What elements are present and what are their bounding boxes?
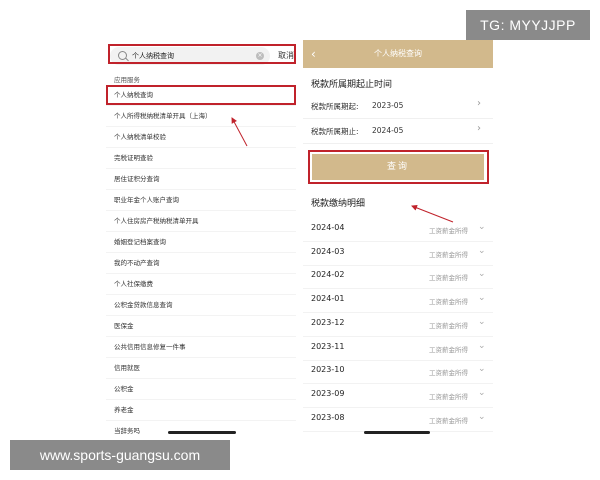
watermark-tg: TG: MYYJJPP — [466, 10, 590, 40]
cancel-button[interactable]: 取消 — [278, 50, 294, 61]
record-month: 2024-04 — [311, 223, 345, 232]
search-query: 个人纳税查询 — [132, 52, 174, 60]
service-item[interactable]: 公共信用信息修复一件事 — [106, 337, 296, 358]
chevron-down-icon: ⌄ — [478, 387, 486, 398]
period-start-label: 税款所属期起: — [311, 102, 359, 111]
service-item[interactable]: 个人纳税查询 — [106, 85, 296, 106]
chevron-down-icon: ⌄ — [478, 245, 486, 256]
left-screen-search-results: 个人纳税查询 × 取消 应用服务 个人纳税查询 个人所得税纳税清单开具（上海） 个人… — [106, 40, 296, 435]
service-item[interactable]: 个人社保缴费 — [106, 274, 296, 295]
record-month: 2024-01 — [311, 294, 345, 304]
watermark-url: www.sports-guangsu.com — [10, 440, 230, 470]
record-row[interactable]: 2023-09 工资薪金所得 ⌄ — [303, 383, 493, 408]
right-screen-tax-query: 个人纳税查询 ‹ 税款所属期起止时间 税款所属期起: 2023-05 › 税款所… — [303, 40, 493, 435]
record-month: 2023-12 — [311, 317, 345, 327]
back-chevron-icon[interactable]: ‹ — [311, 47, 316, 61]
chevron-down-icon: ⌄ — [478, 269, 486, 280]
annotation-arrows — [231, 117, 454, 223]
page-title: 个人纳税查询 — [374, 49, 422, 58]
period-end-row[interactable]: 税款所属期止: 2024-05 › — [303, 119, 493, 144]
chevron-down-icon: ⌄ — [478, 411, 486, 422]
service-item[interactable]: 信用就医 — [106, 358, 296, 379]
chevron-down-icon: ⌄ — [478, 364, 486, 375]
clear-icon[interactable]: × — [256, 52, 264, 60]
period-end-value: 2024-05 — [372, 126, 404, 135]
service-item[interactable]: 个人所得税纳税清单开具（上海） — [106, 106, 296, 127]
search-input[interactable]: 个人纳税查询 × — [110, 47, 270, 65]
record-row[interactable]: 2024-04 工资薪金所得 ⌄ — [303, 217, 493, 242]
search-icon — [118, 51, 127, 60]
chevron-down-icon: ⌄ — [478, 340, 486, 351]
service-item[interactable]: 养老金 — [106, 400, 296, 421]
record-month: 2024-03 — [311, 246, 345, 256]
period-start-value: 2023-05 — [372, 101, 404, 110]
period-section-title: 税款所属期起止时间 — [311, 80, 393, 90]
period-start-row[interactable]: 税款所属期起: 2023-05 › — [303, 94, 493, 119]
record-income-type: 工资薪金所得 — [429, 274, 468, 283]
service-item[interactable]: 医保金 — [106, 316, 296, 337]
chevron-right-icon: › — [477, 123, 481, 134]
record-income-type: 工资薪金所得 — [429, 250, 468, 259]
record-income-type: 工资薪金所得 — [429, 369, 468, 378]
home-indicator — [364, 431, 430, 434]
record-income-type: 工资薪金所得 — [429, 227, 468, 235]
service-item[interactable]: 公积金 — [106, 379, 296, 400]
record-row[interactable]: 2023-12 工资薪金所得 ⌄ — [303, 312, 493, 337]
home-indicator — [168, 431, 236, 434]
service-item[interactable]: 公积金贷款信息查询 — [106, 295, 296, 316]
record-month: 2024-02 — [311, 270, 345, 280]
record-income-type: 工资薪金所得 — [429, 416, 468, 425]
record-row[interactable]: 2024-01 工资薪金所得 ⌄ — [303, 288, 493, 314]
search-bar: 个人纳税查询 × 取消 — [106, 44, 296, 68]
record-row[interactable]: 2024-02 工资薪金所得 ⌄ — [303, 264, 493, 290]
record-row[interactable]: 2023-08 工资薪金所得 ⌄ — [303, 407, 493, 432]
chevron-down-icon: ⌄ — [478, 293, 486, 304]
header-bar: 个人纳税查询 ‹ — [303, 40, 493, 68]
record-month: 2023-11 — [311, 341, 345, 351]
query-button[interactable]: 查询 — [312, 154, 484, 180]
record-income-type: 工资薪金所得 — [429, 345, 468, 354]
service-item[interactable]: 职业年金个人账户查询 — [106, 190, 296, 211]
service-item[interactable]: 完税证明查验 — [106, 148, 296, 169]
service-item[interactable]: 婚姻登记档案查询 — [106, 232, 296, 253]
detail-section-title: 税款缴纳明细 — [311, 199, 366, 209]
record-row[interactable]: 2023-11 工资薪金所得 ⌄ — [303, 336, 493, 361]
record-income-type: 工资薪金所得 — [429, 321, 468, 330]
chevron-down-icon: ⌄ — [478, 222, 486, 232]
service-item[interactable]: 我的不动产查询 — [106, 253, 296, 274]
chevron-down-icon: ⌄ — [478, 316, 486, 327]
record-month: 2023-09 — [311, 388, 345, 398]
service-item[interactable]: 居住证积分查询 — [106, 169, 296, 190]
record-income-type: 工资薪金所得 — [429, 298, 468, 307]
record-row[interactable]: 2023-10 工资薪金所得 ⌄ — [303, 359, 493, 385]
record-month: 2023-08 — [311, 412, 345, 422]
record-row[interactable]: 2024-03 工资薪金所得 ⌄ — [303, 241, 493, 266]
period-end-label: 税款所属期止: — [311, 127, 359, 136]
section-label: 应用服务 — [114, 76, 140, 84]
record-income-type: 工资薪金所得 — [429, 392, 468, 401]
record-month: 2023-10 — [311, 365, 345, 375]
service-item[interactable]: 个人纳税清单校验 — [106, 127, 296, 148]
chevron-right-icon: › — [477, 98, 481, 109]
service-item[interactable]: 个人住房房产税纳税清单开具 — [106, 211, 296, 232]
